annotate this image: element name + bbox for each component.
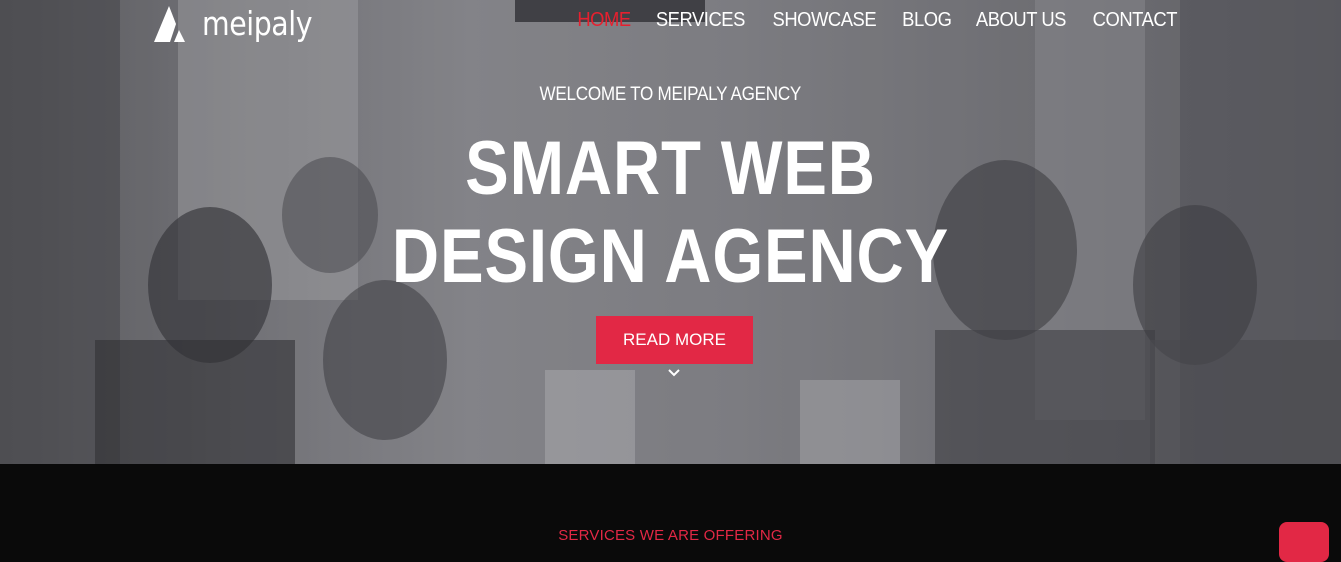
nav-item-blog[interactable]: BLOG — [902, 9, 952, 32]
brand-logo[interactable]: meipaly — [152, 2, 330, 44]
nav-item-contact[interactable]: CONTACT — [1093, 9, 1178, 32]
main-nav: HOME SERVICES SHOWCASE BLOG ABOUT US CON… — [575, 9, 1181, 32]
hero-headline-line-1: SMART WEB — [465, 126, 876, 211]
hero-welcome-text: WELCOME TO MEIPALY AGENCY — [0, 84, 1341, 106]
hero-headline: SMART WEB DESIGN AGENCY — [0, 125, 1341, 301]
nav-item-showcase[interactable]: SHOWCASE — [773, 9, 877, 32]
hero-headline-line-2: DESIGN AGENCY — [391, 214, 950, 299]
nav-item-home[interactable]: HOME — [578, 9, 632, 32]
nav-item-services[interactable]: SERVICES — [656, 9, 745, 32]
hero-welcome-label: WELCOME TO MEIPALY AGENCY — [539, 84, 802, 105]
nav-item-about-us[interactable]: ABOUT US — [976, 9, 1067, 32]
read-more-button[interactable]: READ MORE — [596, 316, 753, 364]
services-section-label: SERVICES WE ARE OFFERING — [558, 527, 783, 544]
brand-name: meipaly — [202, 3, 313, 43]
logo-mark-icon — [154, 6, 185, 42]
scroll-to-top-button[interactable] — [1279, 522, 1329, 562]
chevron-down-icon[interactable] — [666, 366, 682, 380]
